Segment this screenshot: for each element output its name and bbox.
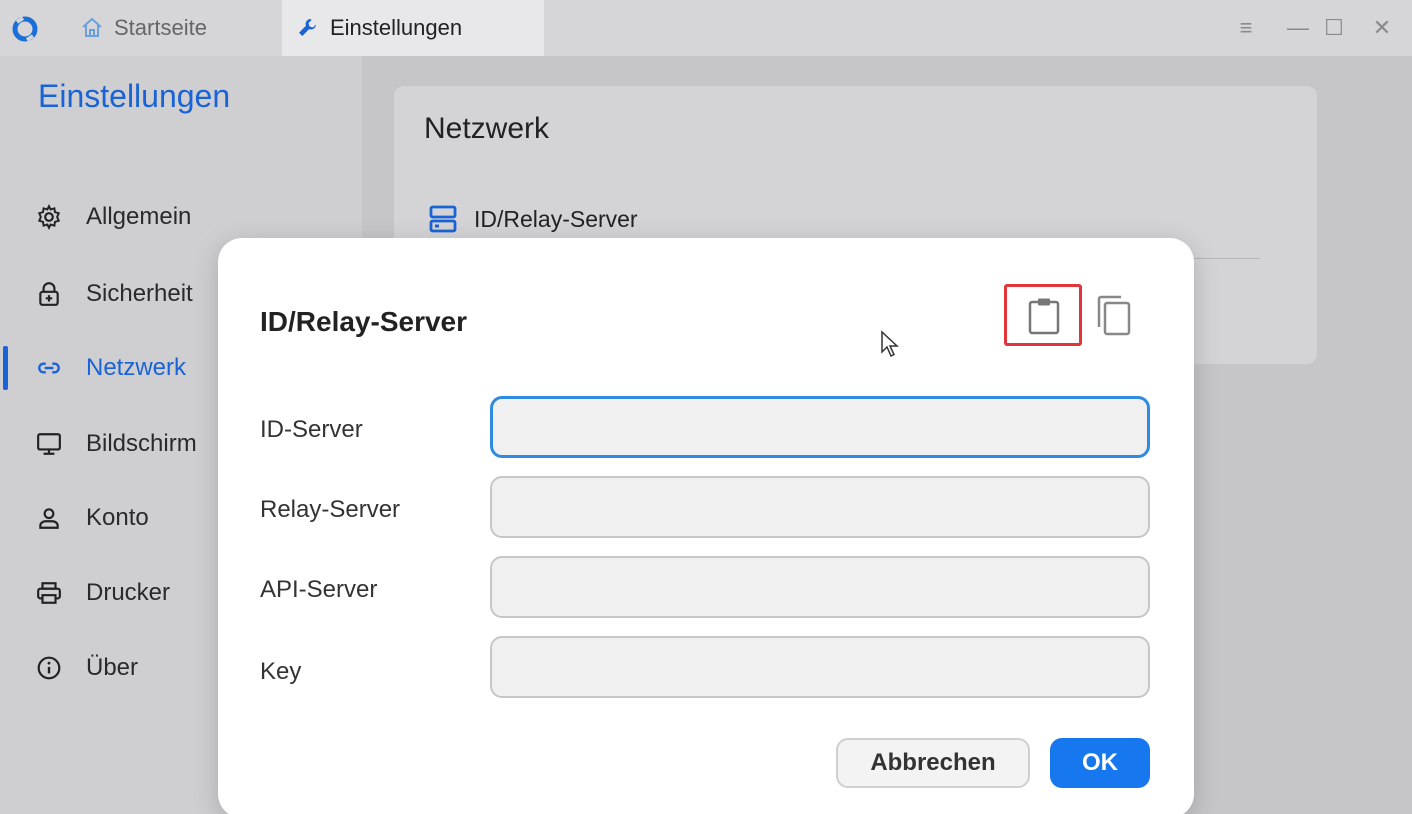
card-item-label: ID/Relay-Server (474, 205, 638, 232)
mouse-cursor-icon (881, 330, 899, 358)
relay-server-label: Relay-Server (260, 496, 401, 523)
gear-icon (37, 204, 61, 230)
sidebar-item-label: Sicherheit (86, 280, 193, 307)
key-label: Key (260, 658, 302, 685)
lock-icon (39, 282, 59, 306)
clipboard-paste-icon (1028, 298, 1060, 335)
home-icon (82, 17, 102, 37)
printer-icon (37, 582, 61, 604)
tab-label: Einstellungen (330, 15, 463, 40)
close-button[interactable]: ✕ (1368, 14, 1396, 42)
sidebar-item-label: Netzwerk (86, 354, 187, 381)
sidebar-item-label: Allgemein (86, 203, 192, 230)
api-server-input[interactable] (490, 556, 1150, 618)
sidebar-item-label: Über (86, 654, 139, 681)
tab-startseite[interactable]: Startseite (80, 0, 207, 56)
user-icon (39, 508, 59, 529)
app-logo-icon (12, 16, 38, 42)
card-title: Netzwerk (424, 112, 550, 145)
relay-server-input[interactable] (490, 476, 1150, 538)
cancel-button[interactable]: Abbrechen (836, 738, 1030, 788)
api-server-label: API-Server (260, 576, 378, 603)
ok-button[interactable]: OK (1050, 738, 1150, 788)
id-server-label: ID-Server (260, 416, 363, 443)
tab-einstellungen[interactable]: Einstellungen (282, 0, 544, 56)
id-server-input[interactable] (490, 396, 1150, 458)
server-icon (429, 205, 457, 233)
minimize-button[interactable]: — (1284, 14, 1312, 42)
sidebar-item-label: Konto (86, 504, 149, 531)
wrench-icon (299, 19, 316, 36)
card-item-id-relay-server[interactable]: ID/Relay-Server (428, 204, 638, 234)
monitor-icon (37, 433, 61, 455)
sidebar-item-label: Bildschirm (86, 430, 197, 457)
sidebar-item-label: Drucker (86, 579, 171, 606)
key-input[interactable] (490, 636, 1150, 698)
copy-icon[interactable] (1094, 294, 1134, 338)
sidebar-title: Einstellungen (38, 78, 231, 114)
link-icon (38, 362, 60, 374)
maximize-button[interactable]: ☐ (1320, 14, 1348, 42)
title-bar: Startseite Einstellungen ≡ — ☐ ✕ (0, 0, 1412, 56)
id-relay-server-dialog: ID/Relay-Server ID-Server Relay-Server A… (218, 238, 1194, 814)
info-icon (37, 656, 61, 680)
tab-label: Startseite (114, 15, 207, 40)
active-indicator (3, 346, 8, 390)
dialog-title: ID/Relay-Server (260, 306, 468, 337)
menu-icon[interactable]: ≡ (1232, 14, 1260, 42)
paste-button[interactable] (1004, 284, 1082, 346)
